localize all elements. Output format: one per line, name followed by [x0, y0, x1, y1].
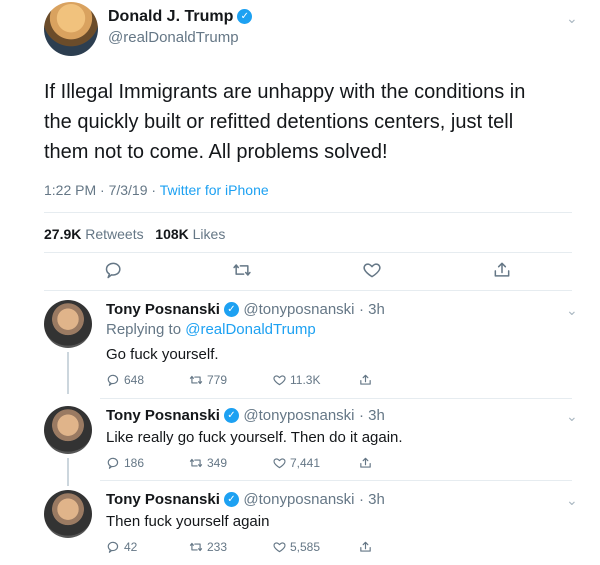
share-icon: [494, 262, 510, 277]
tweet-timestamp[interactable]: 1:22 PM · 7/3/19 ·: [44, 182, 160, 198]
like-count: 5,585: [290, 540, 321, 554]
thread-line: [67, 458, 69, 486]
heart-icon: [273, 458, 286, 469]
share-button[interactable]: [358, 373, 373, 392]
thread-line: [67, 352, 69, 394]
verified-badge-icon: ✓: [237, 9, 253, 25]
chevron-down-icon[interactable]: ⌄: [566, 492, 578, 509]
share-button[interactable]: [488, 258, 516, 282]
reply-time[interactable]: · 3h: [359, 301, 385, 318]
reply-header: Tony Posnanski ✓ @tonyposnanski · 3h: [106, 407, 385, 425]
share-button[interactable]: [358, 540, 373, 559]
heart-icon: [273, 375, 286, 386]
share-icon: [360, 457, 371, 468]
divider: [44, 252, 572, 253]
reply-count: 42: [124, 540, 138, 554]
reply-time[interactable]: · 3h: [359, 491, 385, 508]
author-name[interactable]: Donald J. Trump: [108, 8, 233, 25]
reply-time[interactable]: · 3h: [359, 407, 385, 424]
reply-text: Like really go fuck yourself. Then do it…: [106, 429, 403, 446]
reply-icon: [107, 457, 119, 469]
reply-text: Go fuck yourself.: [106, 346, 219, 363]
like-button[interactable]: [358, 258, 386, 282]
verified-badge-icon: ✓: [223, 408, 239, 424]
replying-to: Replying to @realDonaldTrump: [106, 321, 316, 338]
tweet-source[interactable]: Twitter for iPhone: [160, 182, 269, 198]
retweet-count: 349: [207, 456, 228, 470]
divider: [44, 212, 572, 213]
like-button[interactable]: 11.3K: [272, 373, 320, 387]
verified-badge-icon: ✓: [223, 302, 239, 318]
heart-icon: [273, 542, 286, 553]
tweet-meta: 1:22 PM · 7/3/19 · Twitter for iPhone: [44, 182, 269, 198]
retweet-icon: [233, 264, 251, 276]
reply-author-name[interactable]: Tony Posnanski: [106, 301, 220, 318]
reply-author-name[interactable]: Tony Posnanski: [106, 491, 220, 508]
like-button[interactable]: 7,441: [272, 456, 320, 470]
like-button[interactable]: 5,585: [272, 540, 320, 554]
likes-label: Likes: [192, 226, 226, 242]
retweet-count: 779: [207, 373, 228, 387]
reply-icon: [107, 374, 119, 386]
reply-button[interactable]: 42: [106, 540, 137, 554]
retweet-icon: [189, 542, 203, 552]
like-count: 11.3K: [290, 373, 321, 387]
reply-count: 186: [124, 456, 145, 470]
heart-icon: [363, 263, 381, 278]
chevron-down-icon[interactable]: ⌄: [566, 302, 578, 319]
likes-stat[interactable]: 108K Likes: [155, 226, 225, 242]
retweet-button[interactable]: 233: [188, 540, 227, 554]
retweet-icon: [189, 458, 203, 468]
avatar[interactable]: [44, 490, 92, 538]
reply-icon: [105, 262, 121, 279]
reply-author-handle[interactable]: @tonyposnanski: [243, 301, 354, 318]
replying-prefix: Replying to: [106, 321, 186, 338]
reply-author-handle[interactable]: @tonyposnanski: [243, 491, 354, 508]
reply-header: Tony Posnanski ✓ @tonyposnanski · 3h: [106, 491, 385, 509]
retweets-count: 27.9K: [44, 226, 82, 242]
reply-button[interactable]: 186: [106, 456, 144, 470]
tweet-text: If Illegal Immigrants are unhappy with t…: [44, 81, 526, 163]
reply-author-handle[interactable]: @tonyposnanski: [243, 407, 354, 424]
retweet-icon: [189, 375, 203, 385]
retweet-button[interactable]: 349: [188, 456, 227, 470]
reply-button[interactable]: [100, 258, 128, 282]
retweets-stat[interactable]: 27.9K Retweets: [44, 226, 144, 242]
replying-mention[interactable]: @realDonaldTrump: [185, 321, 316, 338]
chevron-down-icon[interactable]: ⌄: [566, 10, 578, 27]
author-name-row[interactable]: Donald J. Trump ✓: [108, 8, 253, 26]
share-icon: [360, 541, 371, 552]
reply-author-name[interactable]: Tony Posnanski: [106, 407, 220, 424]
divider: [100, 398, 572, 399]
divider: [44, 290, 572, 291]
reply-button[interactable]: 648: [106, 373, 144, 387]
reply-count: 648: [124, 373, 145, 387]
author-handle[interactable]: @realDonaldTrump: [108, 29, 239, 46]
share-button[interactable]: [358, 456, 373, 475]
verified-badge-icon: ✓: [223, 492, 239, 508]
avatar[interactable]: [44, 300, 92, 348]
avatar[interactable]: [44, 2, 98, 56]
like-count: 7,441: [290, 456, 321, 470]
likes-count: 108K: [155, 226, 189, 242]
reply-icon: [107, 541, 119, 553]
reply-text: Then fuck yourself again: [106, 513, 270, 530]
retweets-label: Retweets: [85, 226, 144, 242]
retweet-button[interactable]: 779: [188, 373, 227, 387]
avatar[interactable]: [44, 406, 92, 454]
engagement-stats: 27.9K Retweets 108K Likes: [44, 226, 225, 242]
divider: [100, 480, 572, 481]
retweet-button[interactable]: [228, 258, 256, 282]
reply-header: Tony Posnanski ✓ @tonyposnanski · 3h: [106, 301, 385, 319]
retweet-count: 233: [207, 540, 228, 554]
share-icon: [360, 374, 371, 385]
chevron-down-icon[interactable]: ⌄: [566, 408, 578, 425]
